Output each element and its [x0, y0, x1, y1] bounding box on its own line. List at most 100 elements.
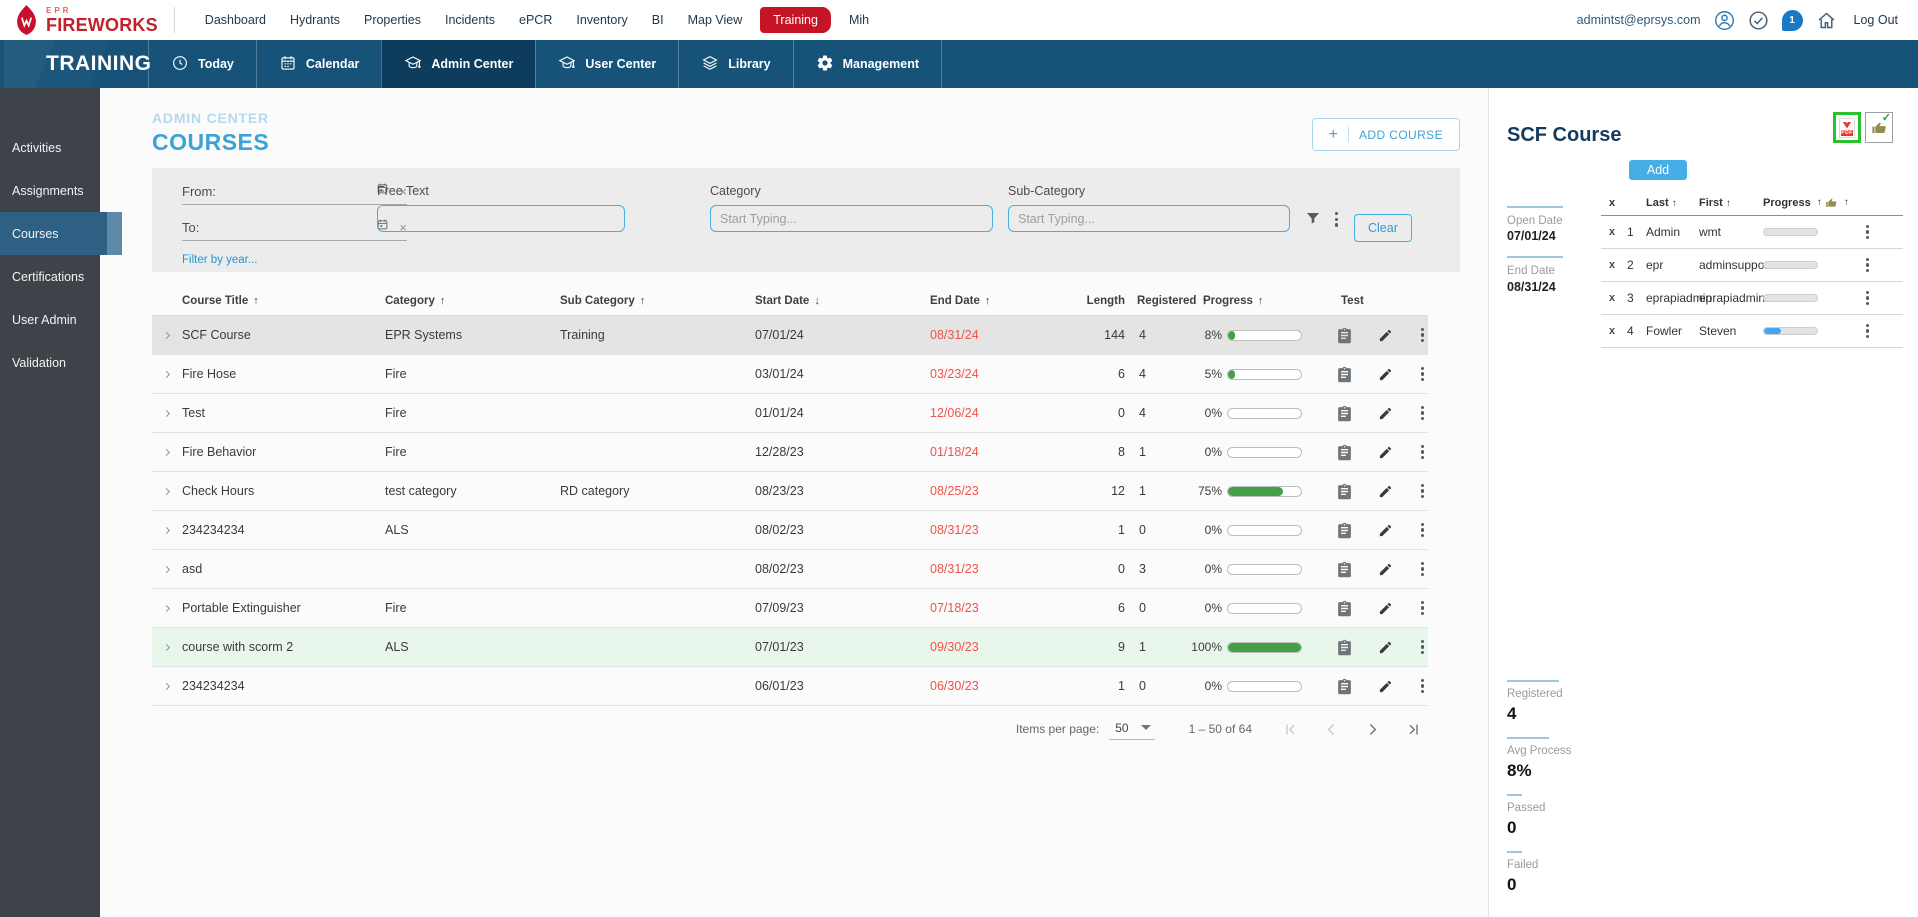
next-page-icon[interactable] — [1364, 721, 1381, 738]
remove-registrant-icon[interactable]: x — [1609, 292, 1627, 304]
previous-page-icon[interactable] — [1323, 721, 1340, 738]
sidebar-item-user-admin[interactable]: User Admin — [0, 298, 100, 341]
topnav-item-training[interactable]: Training — [760, 7, 831, 33]
topnav-item-properties[interactable]: Properties — [352, 13, 433, 27]
row-menu-icon[interactable] — [1418, 403, 1427, 424]
row-menu-icon[interactable] — [1418, 325, 1427, 346]
table-row[interactable]: Portable Extinguisher Fire 07/09/23 07/1… — [152, 589, 1428, 628]
registrant-row[interactable]: x 4 Fowler Steven — [1601, 315, 1903, 348]
table-row[interactable]: 234234234 ALS 08/02/23 08/31/23 1 0 0% — [152, 511, 1428, 550]
column-last[interactable]: Last↑ — [1646, 197, 1699, 209]
sidebar-item-validation[interactable]: Validation — [0, 341, 100, 384]
to-date-field[interactable]: To: × — [182, 218, 407, 241]
subcategory-input[interactable] — [1008, 205, 1290, 232]
test-clipboard-icon[interactable] — [1336, 327, 1353, 344]
test-clipboard-icon[interactable] — [1336, 561, 1353, 578]
row-menu-icon[interactable] — [1418, 676, 1427, 697]
column-header-course-title[interactable]: Course Title↑ — [182, 295, 385, 307]
account-avatar-icon[interactable] — [1714, 10, 1735, 31]
sidebar-item-courses[interactable]: Courses — [0, 212, 122, 255]
table-row[interactable]: Fire Hose Fire 03/01/24 03/23/24 6 4 5% — [152, 355, 1428, 394]
test-clipboard-icon[interactable] — [1336, 444, 1353, 461]
topnav-item-incidents[interactable]: Incidents — [433, 13, 507, 27]
subnav-tab-admin-center[interactable]: Admin Center — [381, 40, 535, 88]
topnav-item-inventory[interactable]: Inventory — [564, 13, 639, 27]
registrant-row[interactable]: x 1 Admin wmt — [1601, 216, 1903, 249]
add-course-button[interactable]: + ADD COURSE — [1312, 118, 1460, 151]
registrant-menu-icon[interactable] — [1863, 222, 1887, 243]
expand-chevron-icon[interactable] — [152, 330, 182, 341]
add-registrant-button[interactable]: Add — [1629, 160, 1687, 180]
subnav-tab-user-center[interactable]: User Center — [535, 40, 678, 88]
column-progress[interactable]: Progress↑ ↑ — [1763, 196, 1863, 209]
subnav-tab-management[interactable]: Management — [793, 40, 942, 88]
edit-pencil-icon[interactable] — [1378, 484, 1393, 499]
expand-chevron-icon[interactable] — [152, 564, 182, 575]
registrant-menu-icon[interactable] — [1863, 288, 1887, 309]
first-page-icon[interactable] — [1282, 721, 1299, 738]
topnav-item-dashboard[interactable]: Dashboard — [193, 13, 278, 27]
registrant-menu-icon[interactable] — [1863, 321, 1887, 342]
topnav-item-hydrants[interactable]: Hydrants — [278, 13, 352, 27]
edit-pencil-icon[interactable] — [1378, 328, 1393, 343]
test-clipboard-icon[interactable] — [1336, 522, 1353, 539]
expand-chevron-icon[interactable] — [152, 681, 182, 692]
column-header-sub-category[interactable]: Sub Category↑ — [560, 295, 755, 307]
sidebar-item-assignments[interactable]: Assignments — [0, 169, 100, 212]
filter-funnel-icon[interactable] — [1305, 210, 1321, 231]
expand-chevron-icon[interactable] — [152, 603, 182, 614]
topnav-item-bi[interactable]: BI — [640, 13, 676, 27]
row-menu-icon[interactable] — [1418, 481, 1427, 502]
subnav-tab-library[interactable]: Library — [678, 40, 792, 88]
topnav-item-map-view[interactable]: Map View — [676, 13, 755, 27]
edit-pencil-icon[interactable] — [1378, 445, 1393, 460]
test-clipboard-icon[interactable] — [1336, 483, 1353, 500]
clear-filters-button[interactable]: Clear — [1354, 214, 1412, 242]
registrant-row[interactable]: x 3 eprapiadmin eprapiadmin — [1601, 282, 1903, 315]
registrant-row[interactable]: x 2 epr adminsupport — [1601, 249, 1903, 282]
table-row[interactable]: Check Hours test category RD category 08… — [152, 472, 1428, 511]
edit-pencil-icon[interactable] — [1378, 367, 1393, 382]
subnav-tab-today[interactable]: Today — [148, 40, 256, 88]
row-menu-icon[interactable] — [1418, 520, 1427, 541]
table-row[interactable]: course with scorm 2 ALS 07/01/23 09/30/2… — [152, 628, 1428, 667]
expand-chevron-icon[interactable] — [152, 642, 182, 653]
test-clipboard-icon[interactable] — [1336, 600, 1353, 617]
items-per-page-select[interactable]: 50 — [1109, 719, 1154, 740]
filter-by-year-link[interactable]: Filter by year... — [182, 254, 257, 266]
export-pdf-icon[interactable]: PDF — [1833, 112, 1861, 143]
column-header-end-date[interactable]: End Date↑ — [930, 295, 1085, 307]
column-header-start-date[interactable]: Start Date↓ — [755, 295, 930, 307]
logout-button[interactable]: Log Out — [1854, 13, 1898, 27]
from-date-field[interactable]: From: × — [182, 182, 407, 205]
home-icon[interactable] — [1816, 10, 1837, 31]
table-row[interactable]: 234234234 06/01/23 06/30/23 1 0 0% — [152, 667, 1428, 706]
column-header-progress[interactable]: Progress↑ — [1187, 295, 1335, 307]
edit-pencil-icon[interactable] — [1378, 523, 1393, 538]
attendance-check-icon[interactable]: ✓ — [1865, 112, 1893, 143]
notifications-bubble-icon[interactable]: 1 — [1782, 10, 1803, 31]
row-menu-icon[interactable] — [1418, 442, 1427, 463]
expand-chevron-icon[interactable] — [152, 369, 182, 380]
expand-chevron-icon[interactable] — [152, 486, 182, 497]
edit-pencil-icon[interactable] — [1378, 679, 1393, 694]
check-circle-icon[interactable] — [1748, 10, 1769, 31]
table-row[interactable]: Test Fire 01/01/24 12/06/24 0 4 0% — [152, 394, 1428, 433]
topnav-item-mih[interactable]: Mih — [837, 13, 881, 27]
edit-pencil-icon[interactable] — [1378, 562, 1393, 577]
free-text-input[interactable] — [377, 205, 625, 232]
table-row[interactable]: SCF Course EPR Systems Training 07/01/24… — [152, 316, 1428, 355]
remove-registrant-icon[interactable]: x — [1609, 325, 1627, 337]
edit-pencil-icon[interactable] — [1378, 640, 1393, 655]
row-menu-icon[interactable] — [1418, 559, 1427, 580]
row-menu-icon[interactable] — [1418, 364, 1427, 385]
last-page-icon[interactable] — [1405, 721, 1422, 738]
subnav-tab-calendar[interactable]: Calendar — [256, 40, 382, 88]
test-clipboard-icon[interactable] — [1336, 678, 1353, 695]
registrant-menu-icon[interactable] — [1863, 255, 1887, 276]
row-menu-icon[interactable] — [1418, 598, 1427, 619]
remove-registrant-icon[interactable]: x — [1609, 259, 1627, 271]
expand-chevron-icon[interactable] — [152, 447, 182, 458]
table-row[interactable]: asd 08/02/23 08/31/23 0 3 0% — [152, 550, 1428, 589]
test-clipboard-icon[interactable] — [1336, 639, 1353, 656]
